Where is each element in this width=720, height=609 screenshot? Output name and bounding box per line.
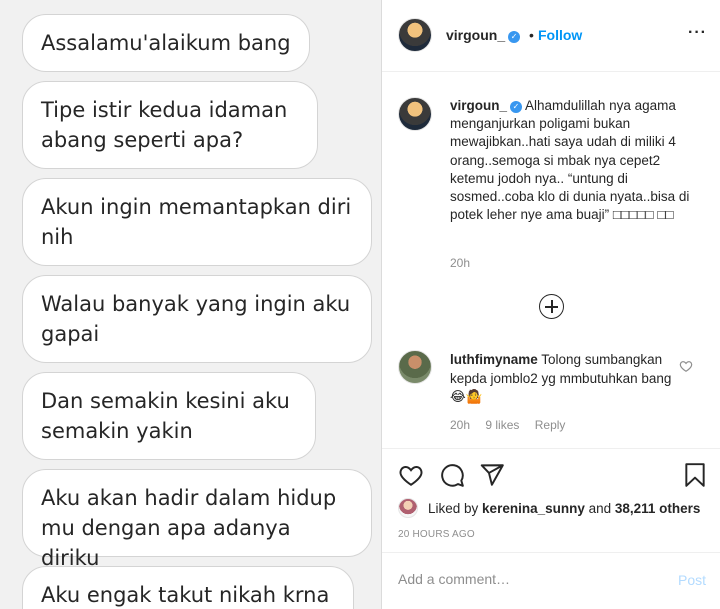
reply-button[interactable]: Reply [535,418,566,432]
comment-text: luthfimyname Tolong sumbangkan kepda jom… [450,352,672,404]
chat-screenshot: Assalamu'alaikum bang Tipe istir kedua i… [0,0,381,609]
more-icon[interactable]: ··· [688,24,707,42]
caption-username[interactable]: virgoun_ [450,98,507,113]
chat-bubble: Dan semakin kesini aku semakin yakin [22,372,316,460]
heart-icon[interactable] [398,462,424,488]
chat-bubble: Akun ingin memantapkan diri nih [22,178,372,266]
caption-text: Alhamdulillah nya agama menganjurkan pol… [450,98,690,223]
action-bar [382,448,720,498]
liker-avatar[interactable] [398,498,418,518]
likes-count[interactable]: 38,211 others [615,501,701,516]
comment-meta: 20h 9 likes Reply [450,418,577,432]
post-button[interactable]: Post [678,572,706,588]
comment-icon[interactable] [439,462,465,488]
chat-bubble: Walau banyak yang ingin aku gapai [22,275,372,363]
caption-avatar[interactable] [398,97,432,131]
comment-time: 20h [450,418,471,432]
bookmark-icon[interactable] [682,462,708,488]
separator-dot: • [529,27,534,43]
liker-username[interactable]: kerenina_sunny [482,501,585,516]
comment-likes[interactable]: 9 likes [485,418,519,432]
plus-circle-icon[interactable] [539,294,564,319]
post-timestamp[interactable]: 20 HOURS AGO [398,529,475,540]
verified-icon: ✓ [510,101,523,113]
caption-time: 20h [450,256,471,270]
verified-icon: ✓ [508,31,521,43]
comment-avatar[interactable] [398,350,432,384]
chat-bubble: Assalamu'alaikum bang [22,14,310,72]
chat-bubble: Tipe istir kedua idaman abang seperti ap… [22,81,318,169]
add-comment-row: Post [382,552,720,609]
avatar[interactable] [398,18,432,52]
header-username[interactable]: virgoun_ ✓ [446,27,521,43]
post-panel: virgoun_ ✓ • Follow ··· virgoun_ ✓ Alhamdu… [381,0,720,609]
chat-bubble: Aku engak takut nikah krna [22,566,354,609]
chat-bubble: Aku akan hadir dalam hidup mu dengan apa… [22,469,372,570]
post-caption: virgoun_ ✓ Alhamdulillah nya agama mengan… [450,97,708,224]
comment-input[interactable] [398,571,658,587]
heart-icon[interactable] [679,359,693,373]
likes-summary: Liked by kerenina_sunny and 38,211 other… [428,501,701,516]
share-icon[interactable] [479,462,505,488]
post-header: virgoun_ ✓ • Follow ··· [382,0,720,72]
comment-username[interactable]: luthfimyname [450,352,538,367]
follow-button[interactable]: Follow [538,27,582,43]
